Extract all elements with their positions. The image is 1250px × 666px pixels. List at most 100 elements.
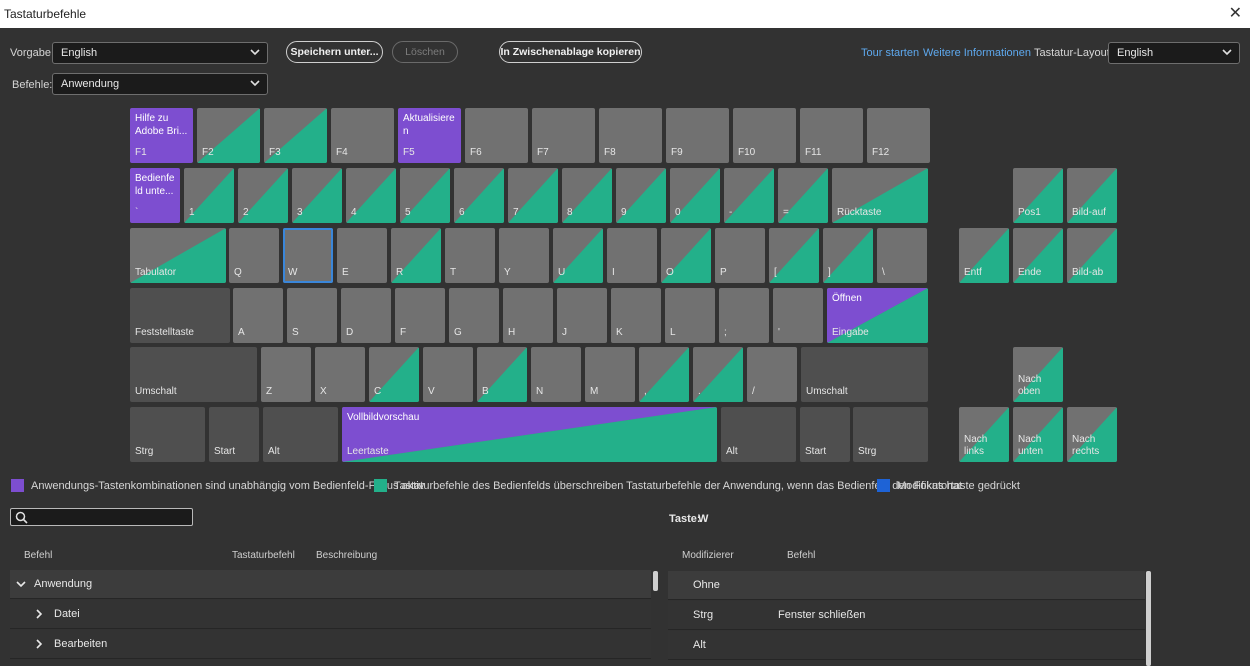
key-o[interactable]: O xyxy=(661,228,711,283)
key-sym[interactable]: , xyxy=(639,347,689,402)
key-w[interactable]: W xyxy=(283,228,333,283)
key-f6[interactable]: F6 xyxy=(465,108,528,163)
key-f3[interactable]: F3 xyxy=(264,108,327,163)
key-tabulator[interactable]: Tabulator xyxy=(130,228,226,283)
tour-link[interactable]: Tour starten xyxy=(861,47,919,59)
key-f[interactable]: F xyxy=(395,288,445,343)
key-alt[interactable]: Alt xyxy=(721,407,796,462)
key-sym[interactable]: ' xyxy=(773,288,823,343)
key-pos1[interactable]: Pos1 xyxy=(1013,168,1063,223)
key-g[interactable]: G xyxy=(449,288,499,343)
key-feststelltaste[interactable]: Feststelltaste xyxy=(130,288,230,343)
key-nach-oben[interactable]: Nach oben xyxy=(1013,347,1063,402)
key-p[interactable]: P xyxy=(715,228,765,283)
header-shortcut[interactable]: Tastaturbefehl xyxy=(232,550,295,561)
key-s[interactable]: S xyxy=(287,288,337,343)
key-q[interactable]: Q xyxy=(229,228,279,283)
key-m[interactable]: M xyxy=(585,347,635,402)
key-start[interactable]: Start xyxy=(800,407,850,462)
key-sym[interactable]: - xyxy=(724,168,774,223)
key-f12[interactable]: F12 xyxy=(867,108,930,163)
header-description[interactable]: Beschreibung xyxy=(316,550,377,561)
key-f7[interactable]: F7 xyxy=(532,108,595,163)
key-sym[interactable]: \ xyxy=(877,228,927,283)
layout-select[interactable]: English xyxy=(1108,42,1240,64)
key-bild-ab[interactable]: Bild-ab xyxy=(1067,228,1117,283)
save-as-button[interactable]: Speichern unter... xyxy=(286,41,383,63)
key-e[interactable]: E xyxy=(337,228,387,283)
key-sym[interactable]: . xyxy=(693,347,743,402)
key-entf[interactable]: Entf xyxy=(959,228,1009,283)
tree-row-bearbeiten[interactable]: Bearbeiten xyxy=(10,630,651,659)
key-5[interactable]: 5 xyxy=(400,168,450,223)
key-bild-auf[interactable]: Bild-auf xyxy=(1067,168,1117,223)
copy-clipboard-button[interactable]: In Zwischenablage kopieren xyxy=(499,41,642,63)
key-umschalt[interactable]: Umschalt xyxy=(801,347,928,402)
key-f5[interactable]: F5 Aktualisiere n xyxy=(398,108,461,163)
modifier-row[interactable]: Ohne xyxy=(668,571,1145,600)
key-6[interactable]: 6 xyxy=(454,168,504,223)
key-ende[interactable]: Ende xyxy=(1013,228,1063,283)
key-v[interactable]: V xyxy=(423,347,473,402)
key-b[interactable]: B xyxy=(477,347,527,402)
key-f8[interactable]: F8 xyxy=(599,108,662,163)
key-umschalt[interactable]: Umschalt xyxy=(130,347,257,402)
key-sym[interactable]: ] xyxy=(823,228,873,283)
key-d[interactable]: D xyxy=(341,288,391,343)
key-f4[interactable]: F4 xyxy=(331,108,394,163)
key-eingabe[interactable]: Eingabe Öffnen xyxy=(827,288,928,343)
key-r[interactable]: R xyxy=(391,228,441,283)
key-t[interactable]: T xyxy=(445,228,495,283)
key-f2[interactable]: F2 xyxy=(197,108,260,163)
key-y[interactable]: Y xyxy=(499,228,549,283)
tree-row-anwendung[interactable]: Anwendung xyxy=(10,570,651,599)
key-nach-rechts[interactable]: Nach rechts xyxy=(1067,407,1117,462)
modifier-scrollbar[interactable] xyxy=(1146,571,1151,666)
key-f11[interactable]: F11 xyxy=(800,108,863,163)
key-strg[interactable]: Strg xyxy=(853,407,928,462)
key-1[interactable]: 1 xyxy=(184,168,234,223)
key-sym[interactable]: = xyxy=(778,168,828,223)
commands-select[interactable]: Anwendung xyxy=(52,73,268,95)
key-nach-links[interactable]: Nach links xyxy=(959,407,1009,462)
key-f1[interactable]: F1 Hilfe zu Adobe Bri... xyxy=(130,108,193,163)
delete-button[interactable]: Löschen xyxy=(392,41,458,63)
key-sym[interactable]: [ xyxy=(769,228,819,283)
key-k[interactable]: K xyxy=(611,288,661,343)
key-9[interactable]: 9 xyxy=(616,168,666,223)
key-strg[interactable]: Strg xyxy=(130,407,205,462)
key-alt[interactable]: Alt xyxy=(263,407,338,462)
key-leertaste[interactable]: Leertaste Vollbildvorschau xyxy=(342,407,717,462)
key-j[interactable]: J xyxy=(557,288,607,343)
commands-scrollbar[interactable] xyxy=(653,571,658,591)
key-n[interactable]: N xyxy=(531,347,581,402)
key-sym[interactable]: ` Bedienfe ld unte... xyxy=(130,168,180,223)
tree-row-datei[interactable]: Datei xyxy=(10,600,651,629)
modifier-row[interactable]: Strg Fenster schließen xyxy=(668,601,1145,630)
key-i[interactable]: I xyxy=(607,228,657,283)
key-rücktaste[interactable]: Rücktaste xyxy=(832,168,928,223)
key-7[interactable]: 7 xyxy=(508,168,558,223)
header-command[interactable]: Befehl xyxy=(24,550,52,561)
key-8[interactable]: 8 xyxy=(562,168,612,223)
key-3[interactable]: 3 xyxy=(292,168,342,223)
modifier-row[interactable]: Alt xyxy=(668,631,1145,660)
key-sym[interactable]: ; xyxy=(719,288,769,343)
more-info-link[interactable]: Weitere Informationen xyxy=(923,47,1031,59)
key-0[interactable]: 0 xyxy=(670,168,720,223)
key-c[interactable]: C xyxy=(369,347,419,402)
key-sym[interactable]: / xyxy=(747,347,797,402)
key-nach-unten[interactable]: Nach unten xyxy=(1013,407,1063,462)
key-l[interactable]: L xyxy=(665,288,715,343)
key-2[interactable]: 2 xyxy=(238,168,288,223)
key-f9[interactable]: F9 xyxy=(666,108,729,163)
key-f10[interactable]: F10 xyxy=(733,108,796,163)
key-x[interactable]: X xyxy=(315,347,365,402)
key-z[interactable]: Z xyxy=(261,347,311,402)
key-4[interactable]: 4 xyxy=(346,168,396,223)
key-start[interactable]: Start xyxy=(209,407,259,462)
search-input[interactable] xyxy=(10,508,193,526)
key-a[interactable]: A xyxy=(233,288,283,343)
close-icon[interactable]: ✕ xyxy=(1229,3,1242,23)
key-h[interactable]: H xyxy=(503,288,553,343)
